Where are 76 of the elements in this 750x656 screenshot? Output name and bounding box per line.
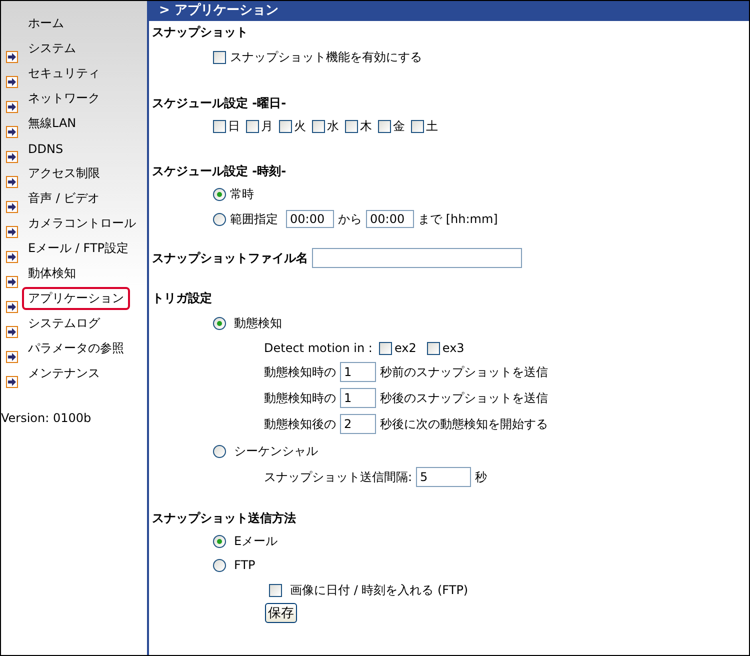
- option-label: FTP: [234, 558, 256, 572]
- sidebar-item[interactable]: 音声 / ビデオ: [22, 187, 106, 210]
- option-label: 画像に日付 / 時刻を入れる (FTP): [290, 582, 468, 598]
- option-label: 月: [261, 118, 273, 135]
- field-label: スナップショットファイル名: [152, 250, 308, 267]
- sidebar-item[interactable]: メンテナンス: [22, 362, 106, 385]
- checkbox[interactable]: [411, 120, 424, 133]
- section-heading: トリガ設定: [152, 290, 213, 307]
- version-text: Version: 0100b: [1, 411, 92, 425]
- option-label: 常時: [230, 186, 254, 202]
- option-label: 火: [294, 118, 306, 135]
- sidebar-item[interactable]: ネットワーク: [22, 87, 106, 110]
- interval-field[interactable]: 5: [416, 467, 472, 487]
- checkbox[interactable]: [427, 342, 440, 354]
- option-label: 水: [327, 118, 339, 135]
- field-label: 動態検知時の: [264, 390, 336, 406]
- checkbox[interactable]: [345, 120, 358, 133]
- option-label: 動態検知: [234, 314, 282, 332]
- section-heading: スナップショット送信方法: [152, 510, 297, 527]
- field-label: 動態検知後の: [264, 416, 336, 432]
- time-field[interactable]: 00:00: [366, 210, 414, 228]
- sidebar-item[interactable]: アプリケーション: [22, 287, 130, 310]
- sidebar-item[interactable]: アクセス制限: [22, 162, 106, 185]
- option-label: シーケンシャル: [234, 442, 318, 460]
- sidebar-item[interactable]: ホーム: [22, 12, 70, 35]
- sidebar-item[interactable]: システム: [22, 37, 82, 60]
- checkbox[interactable]: [213, 120, 226, 133]
- sidebar-item[interactable]: システムログ: [22, 312, 106, 335]
- section-heading: スケジュール設定 -時刻-: [152, 163, 288, 180]
- filename-field[interactable]: [312, 248, 522, 268]
- field-label: Detect motion in :: [264, 341, 372, 355]
- seconds-field[interactable]: 1: [340, 388, 376, 408]
- time-field[interactable]: 00:00: [286, 210, 334, 228]
- field-label: 動態検知時の: [264, 364, 336, 380]
- sidebar-item[interactable]: 無線LAN: [22, 112, 82, 135]
- sidebar-item[interactable]: Eメール / FTP設定: [22, 237, 135, 260]
- option-label: ex2: [394, 341, 416, 355]
- section-heading: スナップショット: [152, 24, 249, 41]
- radio-button[interactable]: [213, 212, 226, 226]
- checkbox[interactable]: [312, 120, 325, 133]
- radio-button[interactable]: [213, 534, 226, 548]
- section-heading: スケジュール設定 -曜日-: [152, 95, 288, 112]
- sidebar-item[interactable]: パラメータの参照: [22, 337, 130, 360]
- field-label: 秒前のスナップショットを送信: [380, 364, 548, 380]
- field-label: から: [338, 210, 362, 228]
- option-label: 金: [393, 118, 405, 135]
- sidebar-item[interactable]: カメラコントロール: [22, 212, 142, 235]
- radio-button[interactable]: [213, 558, 226, 572]
- radio-button[interactable]: [213, 316, 226, 330]
- field-label: 秒後に次の動態検知を開始する: [380, 416, 548, 432]
- checkbox[interactable]: [213, 50, 226, 64]
- option-label: Eメール: [234, 532, 278, 550]
- field-label: 秒: [475, 468, 488, 486]
- page-title: > アプリケーション: [149, 1, 749, 21]
- option-label: 木: [360, 118, 372, 135]
- option-label: スナップショット機能を有効にする: [230, 48, 422, 66]
- seconds-field[interactable]: 2: [340, 414, 376, 434]
- save-button[interactable]: 保存: [265, 603, 297, 623]
- radio-button[interactable]: [213, 188, 226, 200]
- seconds-field[interactable]: 1: [340, 362, 376, 382]
- option-label: 範囲指定: [230, 210, 278, 228]
- field-label: 秒後のスナップショットを送信: [380, 390, 548, 406]
- sidebar-item[interactable]: セキュリティ: [22, 62, 106, 85]
- checkbox[interactable]: [378, 120, 391, 133]
- field-label: まで [hh:mm]: [418, 210, 498, 228]
- sidebar-item[interactable]: DDNS: [22, 138, 70, 158]
- radio-button[interactable]: [213, 444, 226, 458]
- checkbox[interactable]: [246, 120, 259, 133]
- option-label: 土: [426, 118, 438, 135]
- checkbox[interactable]: [279, 120, 292, 133]
- checkbox[interactable]: [379, 342, 392, 354]
- option-label: ex3: [442, 341, 464, 355]
- checkbox[interactable]: [269, 584, 282, 596]
- field-label: スナップショット送信間隔:: [264, 468, 412, 486]
- sidebar-item[interactable]: 動体検知: [22, 262, 82, 285]
- option-label: 日: [228, 118, 240, 135]
